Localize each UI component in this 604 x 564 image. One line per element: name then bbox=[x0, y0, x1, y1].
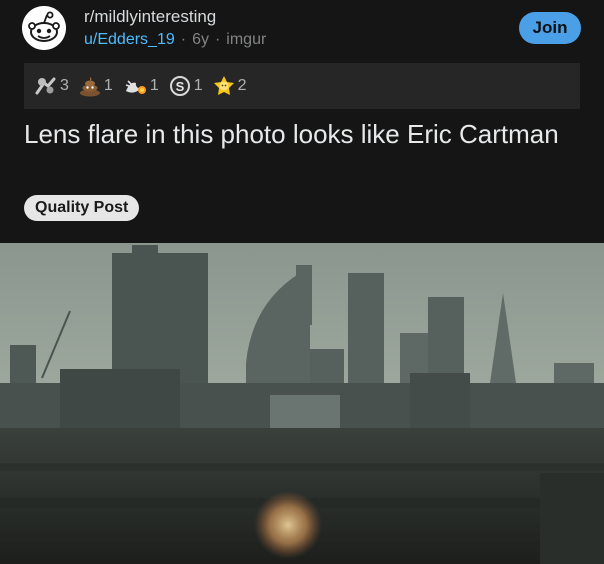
post-image[interactable] bbox=[0, 243, 604, 564]
join-button[interactable]: Join bbox=[519, 12, 581, 44]
award-count: 1 bbox=[103, 77, 113, 94]
subreddit-avatar[interactable] bbox=[22, 6, 66, 50]
award-coin[interactable]: S 1 bbox=[168, 75, 203, 97]
post-meta: u/Edders_19 · 6y · imgur bbox=[84, 31, 266, 49]
meta-separator: · bbox=[214, 31, 221, 48]
award-count: 2 bbox=[237, 77, 247, 94]
award-wholesome[interactable]: 2 bbox=[212, 75, 247, 97]
award-count: 3 bbox=[60, 77, 69, 94]
silver-award-icon bbox=[35, 77, 56, 95]
award-count: 1 bbox=[149, 77, 159, 94]
author-link[interactable]: u/Edders_19 bbox=[84, 31, 175, 48]
award-silver[interactable]: 3 bbox=[34, 75, 69, 97]
coin-award-icon: S bbox=[169, 76, 190, 96]
award-count: 1 bbox=[193, 77, 203, 94]
subreddit-name[interactable]: r/mildlyinteresting bbox=[84, 7, 216, 27]
award-poop[interactable]: 1 bbox=[78, 75, 113, 97]
rocket-like-award-icon bbox=[125, 80, 146, 94]
meta-separator: · bbox=[180, 31, 187, 48]
reddit-snoo-icon bbox=[22, 6, 66, 50]
award-rocket-like[interactable]: 1 bbox=[122, 75, 159, 97]
city-skyline-image bbox=[0, 243, 604, 564]
post-age: 6y bbox=[192, 31, 209, 48]
post-source-domain[interactable]: imgur bbox=[226, 31, 266, 48]
poop-award-icon bbox=[79, 77, 100, 97]
post-title[interactable]: Lens flare in this photo looks like Eric… bbox=[24, 118, 584, 150]
post-header: r/mildlyinteresting u/Edders_19 · 6y · imgur… bbox=[0, 0, 604, 60]
wholesome-award-icon bbox=[213, 76, 234, 95]
svg-text:S: S bbox=[175, 79, 184, 94]
post-flair[interactable]: Quality Post bbox=[24, 195, 140, 221]
awards-bar[interactable]: 3 1 1 S 1 2 bbox=[24, 63, 580, 109]
